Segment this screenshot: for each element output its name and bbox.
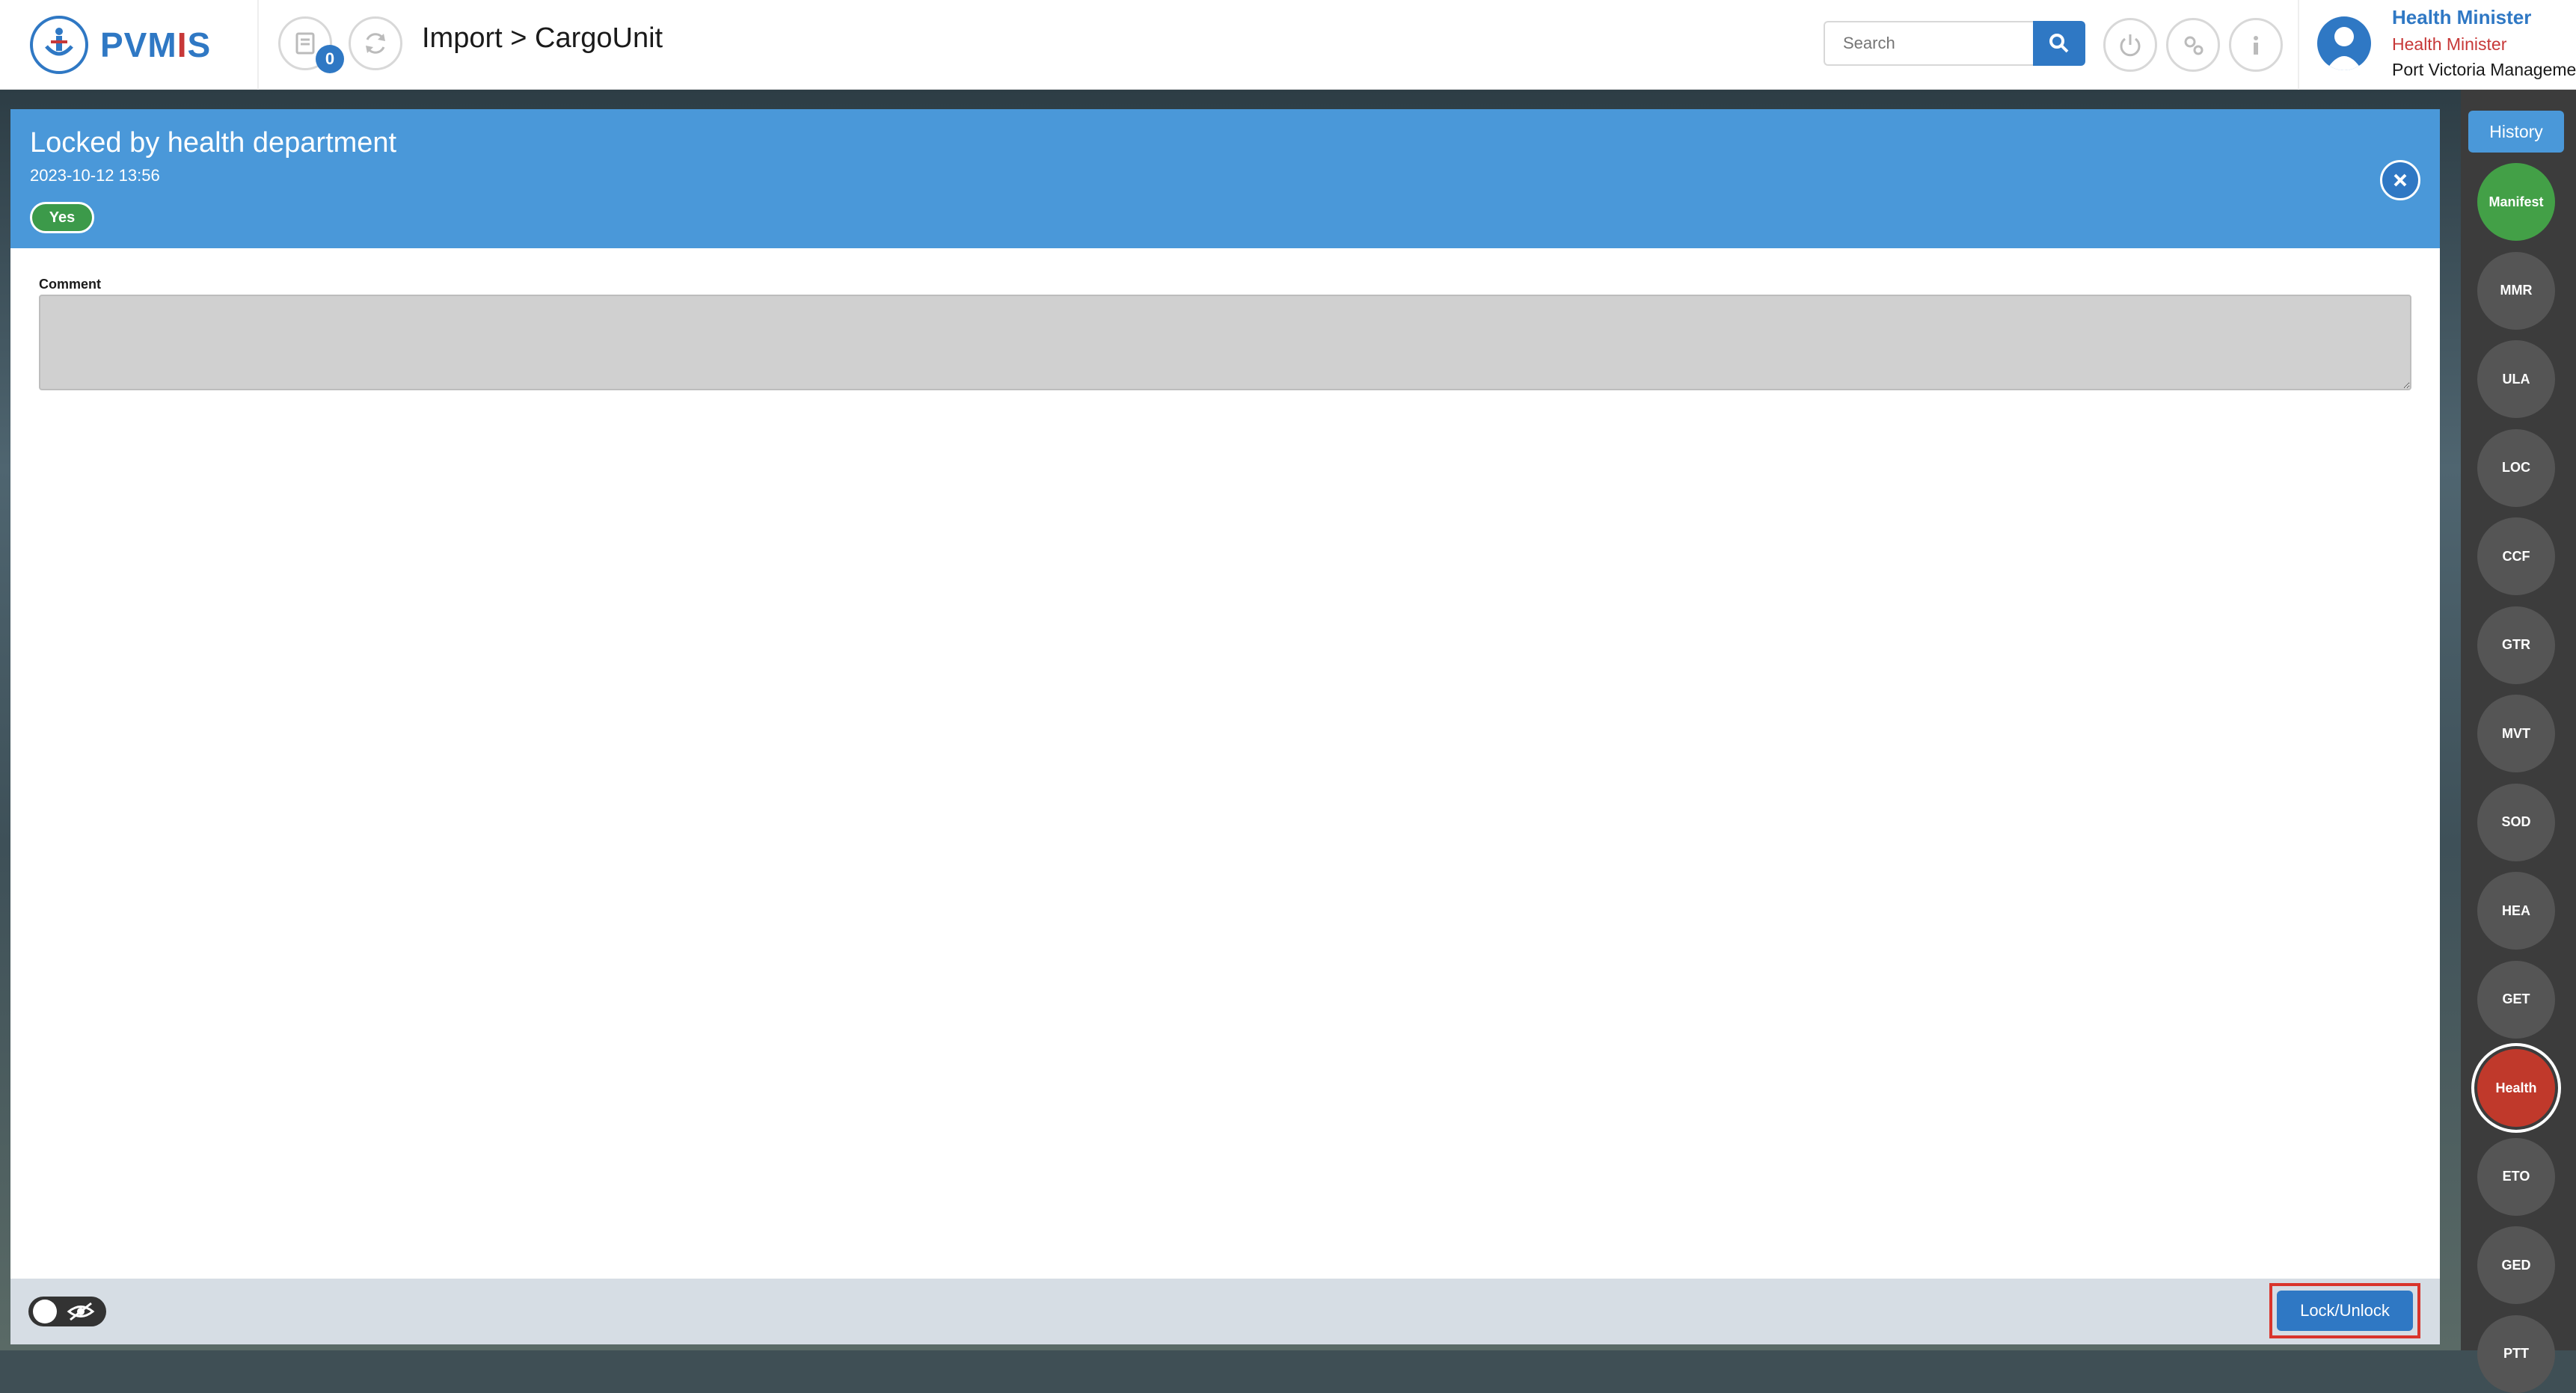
rail-item-manifest[interactable]: Manifest [2477, 163, 2555, 241]
rail-item-ula[interactable]: ULA [2477, 340, 2555, 418]
search-icon [2049, 34, 2069, 53]
user-name[interactable]: Health Minister [2392, 6, 2531, 29]
visibility-toggle[interactable] [28, 1297, 106, 1326]
top-header: PVMIS 0 Import > CargoUnit Search Health… [0, 0, 2576, 90]
header-divider [257, 0, 259, 90]
lock-dialog: Locked by health department 2023-10-12 1… [10, 109, 2440, 1344]
power-icon [2120, 34, 2141, 57]
rail-item-eto[interactable]: ETO [2477, 1137, 2555, 1216]
user-avatar[interactable] [2317, 16, 2371, 70]
history-button[interactable]: History [2468, 111, 2564, 153]
rail-item-gtr[interactable]: GTR [2477, 606, 2555, 684]
user-role: Health Minister [2392, 34, 2507, 54]
close-icon [2393, 173, 2407, 187]
settings-icon [2184, 36, 2204, 55]
comment-label: Comment [39, 277, 102, 292]
rail-item-get[interactable]: GET [2477, 960, 2555, 1039]
status-badge: Yes [30, 202, 94, 233]
dialog-footer: Lock/Unlock [10, 1279, 2440, 1344]
rail-item-mmr[interactable]: MMR [2477, 251, 2555, 330]
user-organization: Port Victoria Management [2392, 60, 2576, 79]
info-button[interactable] [2229, 18, 2283, 72]
app-logo[interactable]: PVMIS [30, 13, 211, 76]
close-button[interactable] [2380, 160, 2420, 200]
comment-textarea[interactable] [39, 295, 2411, 390]
dialog-date: 2023-10-12 13:56 [30, 166, 160, 185]
settings-button[interactable] [2166, 18, 2220, 72]
rail-item-health[interactable]: Health [2477, 1049, 2555, 1127]
notification-badge: 0 [316, 45, 344, 73]
dialog-header: Locked by health department 2023-10-12 1… [10, 109, 2440, 248]
rail-item-hea[interactable]: HEA [2477, 872, 2555, 950]
rail-item-sod[interactable]: SOD [2477, 783, 2555, 861]
rail-item-ptt[interactable]: PTT [2477, 1314, 2555, 1393]
toggle-knob [33, 1300, 57, 1323]
eye-off-icon [67, 1302, 95, 1321]
refresh-button[interactable] [349, 16, 402, 70]
logo-text: PVMIS [100, 25, 212, 64]
rail-item-ged[interactable]: GED [2477, 1226, 2555, 1304]
document-icon [295, 32, 315, 55]
user-divider [2298, 0, 2299, 90]
page-breadcrumb: Import > CargoUnit [422, 22, 663, 54]
search-input[interactable] [1824, 21, 2033, 66]
dialog-title: Locked by health department [30, 127, 397, 159]
user-icon [2326, 27, 2362, 70]
rail-item-mvt[interactable]: MVT [2477, 695, 2555, 772]
search-button[interactable] [2033, 21, 2085, 66]
rail-item-loc[interactable]: LOC [2477, 428, 2555, 507]
logout-button[interactable] [2103, 18, 2157, 72]
info-icon [2254, 36, 2258, 55]
lock-unlock-button[interactable]: Lock/Unlock [2277, 1291, 2413, 1331]
refresh-icon [366, 33, 385, 54]
logo-emblem-icon [30, 16, 88, 74]
workflow-rail: History Manifest MMR ULA LOC CCF GTR MVT SOD HEA… [2461, 90, 2576, 1393]
rail-item-ccf[interactable]: CCF [2477, 517, 2555, 595]
